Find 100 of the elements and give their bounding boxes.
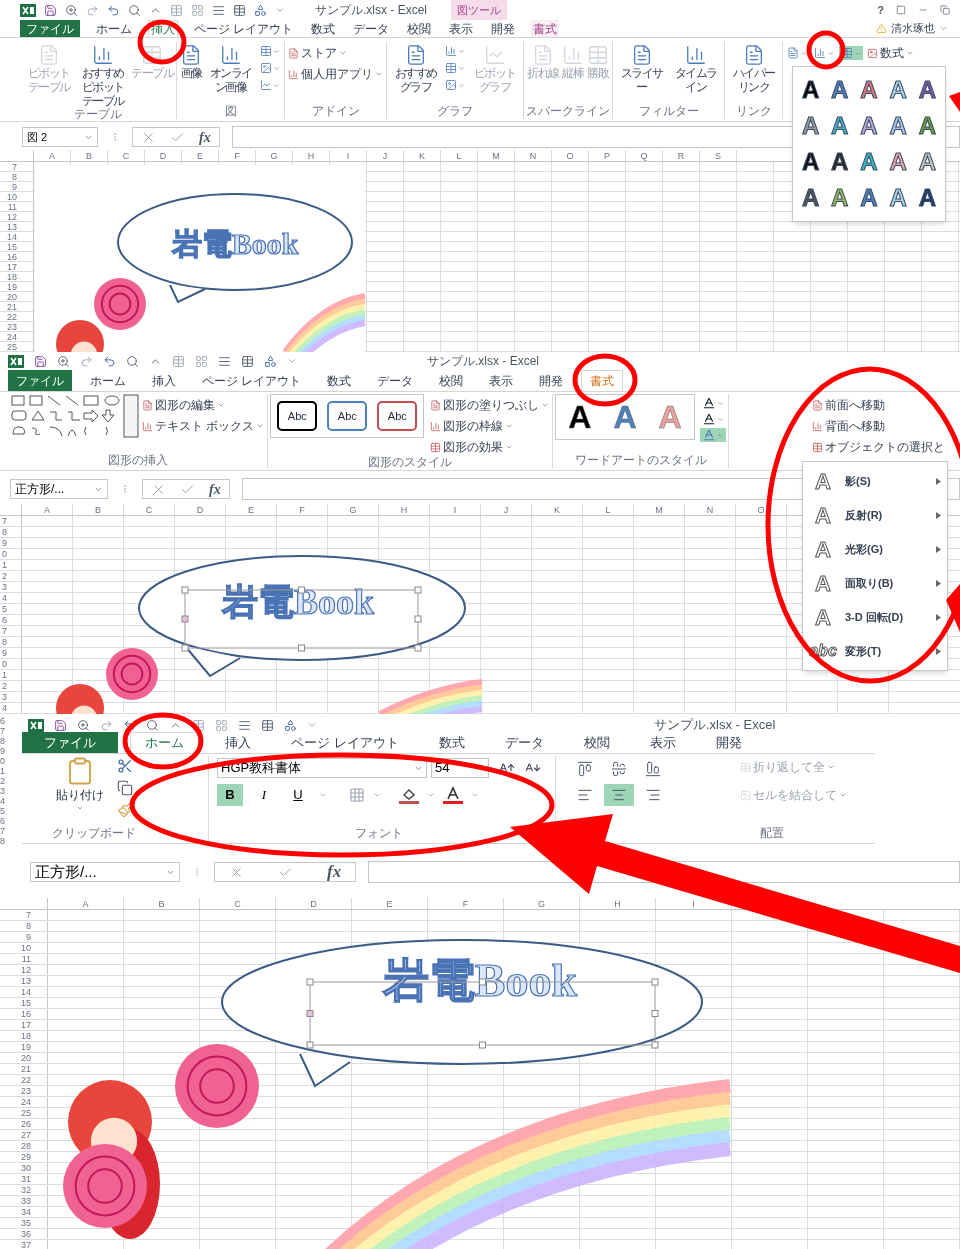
- row-number[interactable]: 2: [0, 571, 22, 581]
- row-number[interactable]: 0: [0, 549, 22, 559]
- column-header[interactable]: G: [328, 504, 379, 515]
- row-number[interactable]: 3: [0, 692, 22, 702]
- row-number[interactable]: 35: [0, 1218, 48, 1228]
- row-number[interactable]: 7: [0, 516, 22, 526]
- undo-icon[interactable]: [103, 354, 116, 368]
- ribbon-button[interactable]: 図形の効果: [429, 438, 551, 456]
- caret-icon[interactable]: [471, 791, 479, 799]
- lines-icon[interactable]: [218, 354, 231, 368]
- wordart-style-option[interactable]: A: [825, 111, 855, 141]
- row-number[interactable]: 23: [0, 322, 34, 331]
- column-header[interactable]: K: [404, 150, 441, 161]
- row-number[interactable]: 32: [0, 1185, 48, 1195]
- name-box[interactable]: 正方形/...: [10, 479, 108, 499]
- column-header[interactable]: R: [663, 150, 700, 161]
- paintbrush-icon[interactable]: [117, 802, 133, 818]
- paste-button[interactable]: 貼り付け: [52, 756, 108, 812]
- wordart-style-option[interactable]: A: [912, 111, 942, 141]
- ribbon-icon-button[interactable]: [443, 44, 467, 58]
- ribbon-button[interactable]: 前面へ移動: [811, 396, 946, 414]
- row-number[interactable]: 29: [0, 1152, 48, 1162]
- row-number[interactable]: 13: [0, 222, 34, 231]
- row-number[interactable]: 13: [0, 976, 48, 986]
- column-header[interactable]: N: [515, 150, 552, 161]
- row-number[interactable]: 9: [0, 648, 22, 658]
- column-header[interactable]: B: [73, 504, 124, 515]
- table-icon[interactable]: [233, 3, 246, 17]
- row-number[interactable]: 4: [0, 703, 22, 713]
- row-number[interactable]: 26: [0, 1119, 48, 1129]
- row-number[interactable]: 11: [0, 202, 34, 211]
- ribbon-button[interactable]: ハイパーリンク: [727, 42, 780, 95]
- ribbon-tab[interactable]: 校閲: [405, 20, 434, 37]
- column-header[interactable]: C: [108, 150, 145, 161]
- ribbon-icon-button[interactable]: [258, 61, 282, 75]
- ribbon-button[interactable]: テキスト ボックス: [141, 417, 266, 435]
- row-number[interactable]: 12: [0, 212, 34, 221]
- font-style-button[interactable]: I: [251, 784, 277, 806]
- menu-item[interactable]: A 面取り(B): [803, 566, 947, 600]
- shape-style-swatch[interactable]: Abc: [377, 401, 418, 431]
- help-button[interactable]: ?: [877, 1, 884, 19]
- ribbon-button[interactable]: 図形の編集: [141, 396, 266, 414]
- wordart-style-option[interactable]: A: [796, 147, 826, 177]
- column-header[interactable]: K: [532, 504, 583, 515]
- row-number[interactable]: 8: [0, 637, 22, 647]
- shapes-icon[interactable]: [264, 354, 277, 368]
- redo-icon[interactable]: [86, 3, 99, 17]
- shape-style-swatch[interactable]: Abc: [327, 401, 368, 431]
- ribbon-tab[interactable]: 表示: [635, 732, 690, 753]
- row-number[interactable]: 27: [0, 1130, 48, 1140]
- row-number[interactable]: 33: [0, 1196, 48, 1206]
- row-number[interactable]: 25: [0, 342, 34, 351]
- ribbon-tab[interactable]: ホーム: [94, 20, 134, 37]
- ribbon-button[interactable]: 画像: [179, 42, 203, 81]
- column-header[interactable]: H: [580, 898, 656, 909]
- row-number[interactable]: 4: [0, 593, 22, 603]
- ribbon-button[interactable]: 数式: [866, 44, 915, 62]
- wordart-style-option[interactable]: A: [825, 147, 855, 177]
- row-number[interactable]: 23: [0, 1086, 48, 1096]
- ribbon-button[interactable]: タイムライン: [669, 42, 722, 95]
- ribbon-button[interactable]: 図形の塗りつぶし: [429, 396, 551, 414]
- wordart-style-option[interactable]: A: [912, 75, 942, 105]
- column-header[interactable]: F: [428, 898, 504, 909]
- row-number[interactable]: 3: [0, 582, 22, 592]
- ribbon-tab[interactable]: 挿入: [144, 370, 184, 391]
- insert-function-button[interactable]: fx: [199, 126, 211, 148]
- redo-icon[interactable]: [80, 354, 93, 368]
- row-number[interactable]: 22: [0, 1075, 48, 1085]
- column-header[interactable]: B: [124, 898, 200, 909]
- caret-icon[interactable]: [427, 791, 435, 799]
- name-box[interactable]: 図 2: [22, 127, 98, 147]
- ribbon-button[interactable]: オンライン画像: [204, 42, 257, 95]
- ribbon-icon-button[interactable]: [785, 46, 809, 60]
- row-number[interactable]: 16: [0, 252, 34, 261]
- row-number[interactable]: 1: [0, 560, 22, 570]
- ribbon-tab[interactable]: 校閲: [569, 732, 624, 753]
- column-header[interactable]: I: [330, 150, 367, 161]
- insert-function-button[interactable]: fx: [327, 859, 342, 885]
- column-header[interactable]: A: [48, 898, 124, 909]
- column-header[interactable]: J: [481, 504, 532, 515]
- shape-style-swatch[interactable]: Abc: [277, 401, 318, 431]
- row-number[interactable]: 7: [0, 626, 22, 636]
- ribbon-button[interactable]: おすすめピボットテーブル: [76, 42, 129, 109]
- ribbon-button[interactable]: 図形の枠線: [429, 417, 551, 435]
- row-number[interactable]: 10: [0, 943, 48, 953]
- search-icon[interactable]: [128, 3, 141, 17]
- copy-icon[interactable]: [117, 780, 133, 796]
- row-number[interactable]: 30: [0, 1163, 48, 1173]
- menu-item[interactable]: A 3-D 回転(D): [803, 600, 947, 634]
- row-number[interactable]: 1: [0, 670, 22, 680]
- row-number[interactable]: 15: [0, 998, 48, 1008]
- shapes-icon[interactable]: [284, 718, 297, 732]
- ribbon-tab[interactable]: 数式: [424, 732, 479, 753]
- ribbon-tab[interactable]: 書式: [581, 370, 624, 391]
- column-header[interactable]: C: [200, 898, 276, 909]
- row-number[interactable]: 24: [0, 332, 34, 341]
- row-number[interactable]: 9: [0, 182, 34, 191]
- ribbon-tab[interactable]: 挿入: [211, 732, 265, 753]
- row-number[interactable]: 8: [0, 921, 48, 931]
- save-icon[interactable]: [44, 3, 57, 17]
